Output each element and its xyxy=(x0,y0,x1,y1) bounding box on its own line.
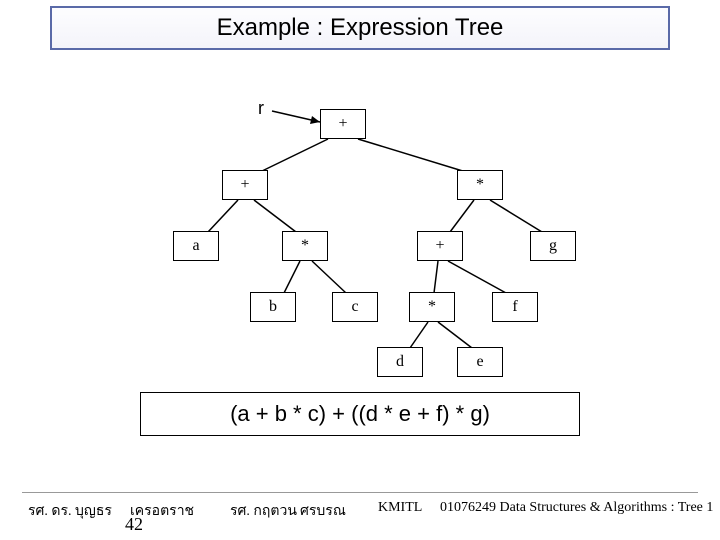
expression-box: (a + b * c) + ((d * e + f) * g) xyxy=(140,392,580,436)
node-r: * xyxy=(457,170,503,200)
tree-edges xyxy=(0,0,720,540)
node-rlll: d xyxy=(377,347,423,377)
node-lr: * xyxy=(282,231,328,261)
node-rl: + xyxy=(417,231,463,261)
footer-institution: KMITL xyxy=(378,500,422,516)
node-l: + xyxy=(222,170,268,200)
node-lrl: b xyxy=(250,292,296,322)
node-rr: g xyxy=(530,231,576,261)
node-lrr: c xyxy=(332,292,378,322)
slide-number: 42 xyxy=(125,514,143,535)
node-rll: * xyxy=(409,292,455,322)
footer-course: 01076249 Data Structures & Algorithms : … xyxy=(440,500,713,516)
node-root: + xyxy=(320,109,366,139)
root-pointer-label: r xyxy=(258,98,264,119)
footer-author1: รศ. ดร. บุญธร xyxy=(28,500,112,522)
footer-rule xyxy=(22,492,698,493)
footer-author3: รศ. กฤตวน xyxy=(230,500,297,522)
expression-text: (a + b * c) + ((d * e + f) * g) xyxy=(230,401,490,427)
footer-author4: ศรบรณ xyxy=(300,500,346,522)
slide-footer: รศ. ดร. บุญธร เครอตราช รศ. กฤตวน ศรบรณ K… xyxy=(0,492,720,540)
node-ll: a xyxy=(173,231,219,261)
tree-diagram: r + + * a * + g b c * f d e xyxy=(0,0,720,540)
node-rlr: f xyxy=(492,292,538,322)
node-rllr: e xyxy=(457,347,503,377)
